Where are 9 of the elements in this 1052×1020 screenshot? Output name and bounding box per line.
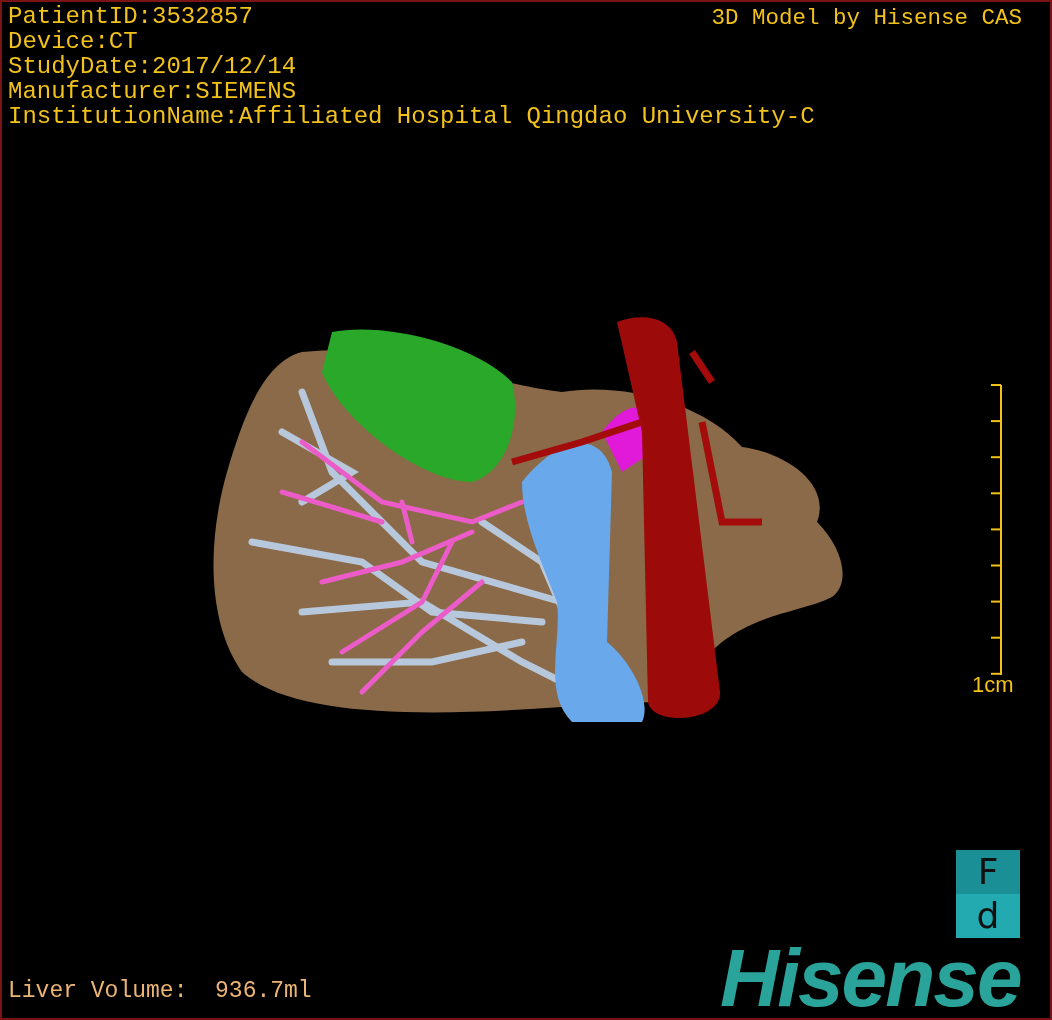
patient-info-text: Manufacturer:SIEMENS bbox=[8, 79, 297, 104]
model-credit-text: 3D Model by Hisense CAS bbox=[711, 4, 1022, 32]
scale-label: 1cm bbox=[972, 672, 1014, 698]
liver-volume-text: Liver Volume: 936.7ml bbox=[8, 978, 312, 1004]
patient-info-text: InstitutionName:Affiliated Hospital Qingdao University-C bbox=[8, 104, 815, 129]
patient-info-text: StudyDate:2017/12/14 bbox=[8, 54, 297, 79]
patient-info-text: Device:CT bbox=[8, 29, 138, 54]
brand-wordmark: Hisense bbox=[720, 938, 1021, 1018]
patient-info-text: PatientID:3532857 bbox=[8, 4, 253, 29]
